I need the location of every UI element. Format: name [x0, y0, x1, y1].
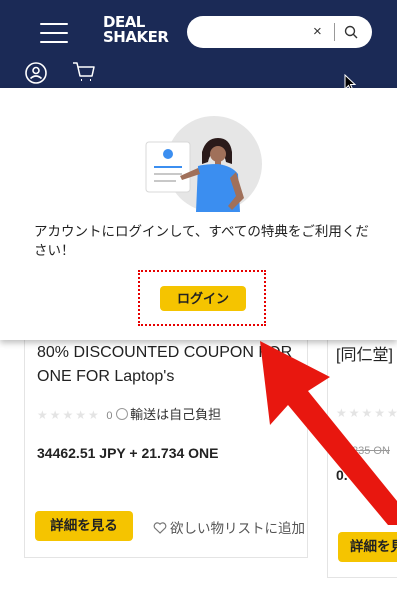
- wishlist-label: 欲しい物リストに追加: [170, 521, 305, 536]
- product-price: 0. 6 O: [336, 467, 375, 483]
- view-details-button[interactable]: 詳細を見る: [35, 511, 133, 541]
- rating-stars-icon: ★★★★★: [336, 406, 397, 420]
- search-divider: [334, 23, 335, 41]
- search-icon[interactable]: [344, 25, 358, 39]
- view-details-button[interactable]: 詳細を見: [338, 532, 397, 562]
- login-illustration-icon: [145, 116, 262, 212]
- site-logo[interactable]: DEAL SHAKER: [103, 15, 169, 45]
- rating-count: 0: [106, 410, 113, 422]
- menu-icon[interactable]: [40, 23, 68, 43]
- highlight-box: [138, 270, 266, 326]
- search-input[interactable]: [201, 22, 315, 44]
- search-box: ×: [187, 16, 372, 48]
- product-meta: ★★★★★ 0 輸送は自己負担: [37, 404, 307, 424]
- product-title[interactable]: 80% DISCOUNTED COUPON FOR ONE FOR Laptop…: [37, 341, 299, 389]
- login-prompt-text: アカウントにログインして、すべての特典をご利用ください！: [34, 224, 369, 258]
- heart-icon: [153, 522, 167, 534]
- product-card[interactable]: 80% DISCOUNTED COUPON FOR ONE FOR Laptop…: [24, 318, 308, 558]
- login-dropdown: アカウントにログインして、すべての特典をご利用ください！ ログイン: [0, 88, 397, 340]
- shipping-icon: [116, 408, 129, 420]
- top-header: DEAL SHAKER ×: [0, 0, 397, 92]
- rating-stars-icon: ★★★★★: [37, 408, 101, 422]
- original-price: 235 ON: [352, 445, 390, 457]
- product-card[interactable]: [同仁堂] ★★★★★ 235 ON 0. 6 O 詳細を見: [327, 318, 397, 578]
- add-to-wishlist-button[interactable]: 欲しい物リストに追加: [153, 517, 305, 537]
- product-title[interactable]: [同仁堂]: [336, 341, 393, 365]
- user-icon[interactable]: [25, 62, 47, 84]
- product-price: 34462.51 JPY + 21.734 ONE: [37, 445, 219, 461]
- shipping-text: 輸送は自己負担: [130, 407, 222, 422]
- clear-search-icon[interactable]: ×: [313, 23, 322, 41]
- cart-icon[interactable]: [72, 61, 96, 83]
